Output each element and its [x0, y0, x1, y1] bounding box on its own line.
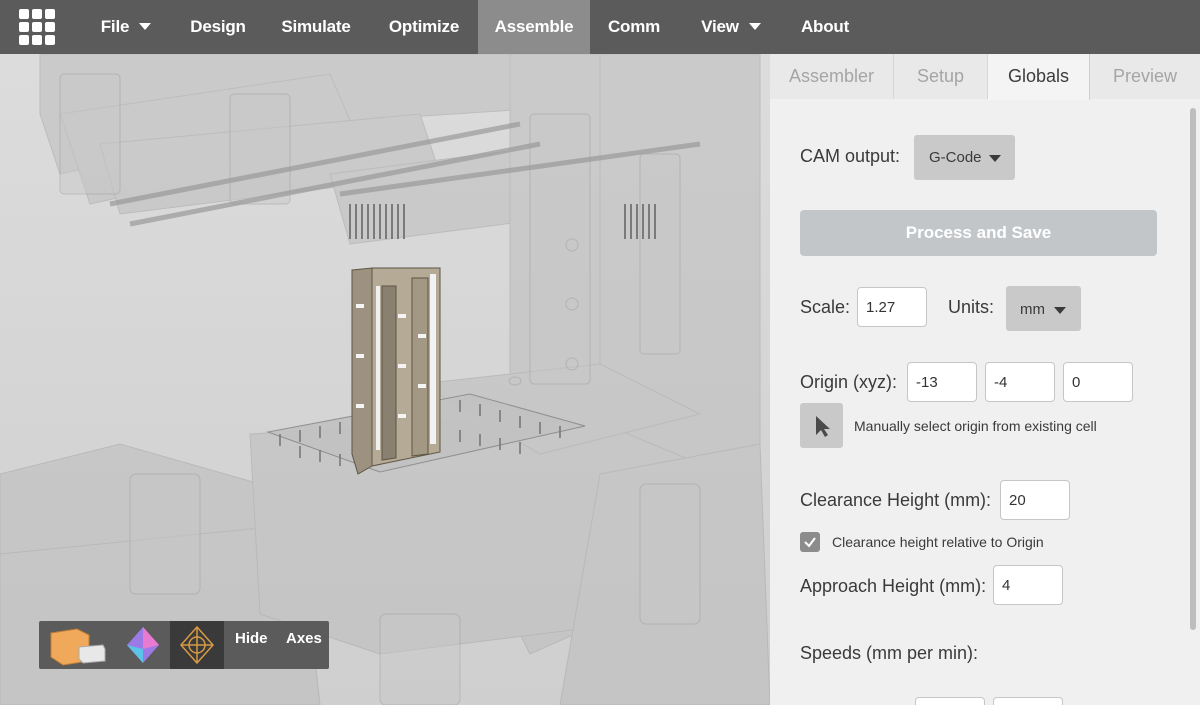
tab-preview[interactable]: Preview [1090, 54, 1200, 99]
hide-toggle[interactable]: Hide [235, 621, 268, 657]
chevron-down-icon [989, 155, 1001, 162]
nav-comm[interactable]: Comm [598, 0, 670, 54]
scale-input[interactable] [857, 287, 927, 327]
units-dropdown[interactable]: mm [1006, 286, 1081, 331]
chevron-down-icon [748, 23, 761, 31]
speed-input-1[interactable] [915, 697, 985, 705]
process-and-save-button[interactable]: Process and Save [800, 210, 1157, 256]
axes-toggle[interactable]: Axes [286, 621, 322, 657]
viewport-toolbar: Hide Axes [39, 621, 329, 669]
cursor-arrow-icon [816, 416, 830, 437]
tab-globals[interactable]: Globals [988, 54, 1090, 100]
material-view-button[interactable] [117, 621, 171, 669]
nav-optimize-label: Optimize [388, 17, 460, 36]
3d-viewport[interactable]: Hide Axes [0, 54, 770, 705]
select-origin-button[interactable] [800, 403, 843, 448]
cam-output-value: G-Code [929, 149, 982, 166]
units-value: mm [1020, 301, 1045, 318]
checkmark-icon [804, 537, 816, 548]
app-grid-icon[interactable] [19, 9, 55, 45]
nav-about-label: About [800, 17, 850, 36]
cam-output-label: CAM output: [800, 146, 901, 166]
clearance-relative-checkbox[interactable] [800, 532, 820, 552]
nav-file[interactable]: File [86, 0, 166, 54]
clearance-height-label: Clearance Height (mm): [800, 490, 992, 510]
machine-scene [0, 54, 770, 705]
cam-output-dropdown[interactable]: G-Code [914, 135, 1015, 180]
speeds-label: Speeds (mm per min): [800, 643, 979, 663]
approach-height-label: Approach Height (mm): [800, 576, 987, 596]
nav-assemble-label: Assemble [494, 17, 574, 36]
nav-optimize[interactable]: Optimize [378, 0, 470, 54]
nav-design-label: Design [190, 17, 246, 36]
parts-view-button[interactable] [45, 621, 109, 669]
origin-z-input[interactable] [1063, 362, 1133, 402]
panel-scrollbar[interactable] [1190, 108, 1196, 630]
nav-simulate-label: Simulate [281, 17, 351, 36]
assemble-panel: Assembler Setup Globals Preview CAM outp… [770, 54, 1200, 705]
tab-assembler[interactable]: Assembler [770, 54, 894, 99]
approach-height-input[interactable] [993, 565, 1063, 605]
nav-view-label: View [701, 17, 739, 36]
speed-input-2[interactable] [993, 697, 1063, 705]
nav-file-label: File [100, 17, 130, 36]
origin-y-input[interactable] [985, 362, 1055, 402]
scale-label: Scale: [800, 297, 851, 317]
tab-setup[interactable]: Setup [894, 54, 988, 99]
nav-design[interactable]: Design [178, 0, 258, 54]
nav-simulate[interactable]: Simulate [272, 0, 360, 54]
chevron-down-icon [1054, 307, 1066, 314]
boxes-icon [50, 628, 106, 666]
panel-tabs: Assembler Setup Globals Preview [770, 54, 1200, 100]
units-label: Units: [948, 297, 995, 317]
wireframe-icon [179, 625, 215, 665]
nav-about[interactable]: About [790, 0, 860, 54]
origin-x-input[interactable] [907, 362, 977, 402]
manual-origin-text: Manually select origin from existing cel… [854, 418, 1097, 434]
nav-assemble[interactable]: Assemble [478, 0, 590, 54]
origin-label: Origin (xyz): [800, 372, 898, 392]
clearance-height-input[interactable] [1000, 480, 1070, 520]
top-nav: File Design Simulate Optimize Assemble C… [0, 0, 1200, 54]
clearance-relative-text: Clearance height relative to Origin [832, 534, 1044, 550]
chevron-down-icon [139, 23, 152, 31]
octahedron-icon [127, 627, 159, 663]
nav-comm-label: Comm [607, 17, 661, 36]
assembled-part [351, 267, 441, 475]
wireframe-view-button[interactable] [170, 621, 224, 669]
nav-view[interactable]: View [688, 0, 774, 54]
